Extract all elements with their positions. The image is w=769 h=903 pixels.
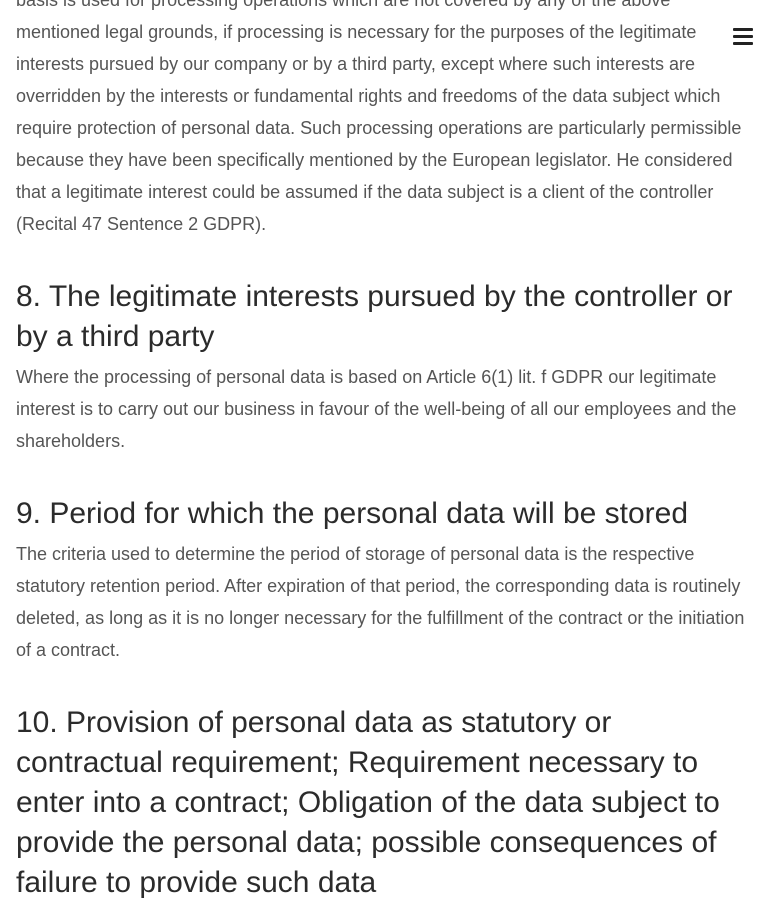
menu-button[interactable] [729, 20, 757, 50]
hamburger-menu-icon [733, 28, 753, 31]
section-8-heading: 8. The legitimate interests pursued by t… [16, 280, 733, 353]
section-8-body: Where the processing of personal data is… [16, 367, 737, 451]
intro-paragraph: basis is used for processing operations … [16, 0, 742, 234]
privacy-policy-content: basis is used for processing operations … [16, 0, 756, 903]
section-9-heading: 9. Period for which the personal data wi… [16, 497, 689, 530]
section-9-body: The criteria used to determine the perio… [16, 544, 745, 660]
section-10-heading: 10. Provision of personal data as statut… [16, 706, 720, 899]
